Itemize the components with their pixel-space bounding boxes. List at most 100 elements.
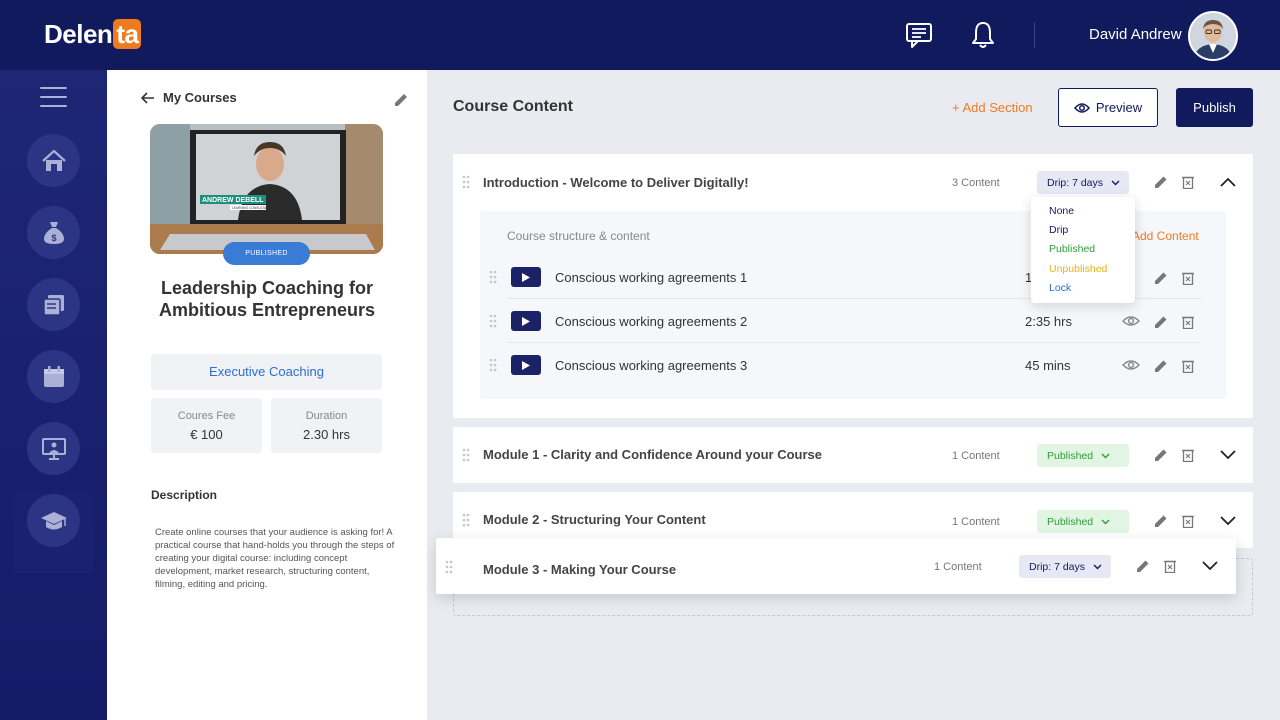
section-title: Module 1 - Clarity and Confidence Around…: [483, 447, 822, 462]
divider: [507, 342, 1201, 343]
fee-card: Coures Fee € 100: [151, 398, 262, 453]
pencil-icon[interactable]: [1154, 448, 1168, 462]
publish-button[interactable]: Publish: [1176, 88, 1253, 127]
course-thumbnail[interactable]: ANDREW DEBELL LEARNING CONSULTANT: [150, 124, 383, 254]
pencil-icon[interactable]: [1154, 359, 1168, 373]
presentation-icon[interactable]: [27, 422, 80, 475]
courses-icon[interactable]: [27, 278, 80, 331]
header-divider: [1034, 22, 1035, 48]
lesson-duration: 45 mins: [1025, 358, 1071, 373]
add-content-button[interactable]: Add Content: [1132, 229, 1199, 243]
section-status-select[interactable]: Drip: 7 days: [1037, 171, 1129, 194]
pencil-icon[interactable]: [1136, 559, 1150, 573]
status-value: Drip: 7 days: [1047, 176, 1104, 189]
money-bag-icon[interactable]: $: [27, 206, 80, 259]
svg-text:$: $: [51, 233, 56, 243]
back-label: My Courses: [163, 90, 237, 105]
presenter-name: ANDREW DEBELL: [202, 197, 264, 204]
section-status-select[interactable]: Published: [1037, 510, 1129, 533]
logo-main: Delen: [44, 18, 113, 49]
drag-handle-icon[interactable]: [445, 560, 453, 574]
delete-icon[interactable]: [1181, 448, 1195, 462]
sidebar: $: [0, 70, 107, 720]
chevron-down-icon: [1111, 180, 1120, 185]
chevron-down-icon[interactable]: [1220, 450, 1236, 460]
drag-handle-icon[interactable]: [489, 358, 497, 372]
home-icon[interactable]: [27, 134, 80, 187]
menu-icon[interactable]: [40, 87, 67, 107]
add-section-button[interactable]: + Add Section: [952, 100, 1033, 115]
video-play-icon[interactable]: [511, 355, 541, 375]
presenter-role: LEARNING CONSULTANT: [232, 206, 270, 210]
avatar[interactable]: [1188, 11, 1238, 61]
lesson-title[interactable]: Conscious working agreements 2: [555, 314, 747, 329]
drag-handle-icon[interactable]: [489, 314, 497, 328]
graduation-cap-icon[interactable]: [27, 494, 80, 547]
fee-value: € 100: [190, 427, 223, 442]
drag-handle-icon[interactable]: [462, 513, 470, 527]
delete-icon[interactable]: [1163, 559, 1177, 573]
pencil-icon[interactable]: [1154, 315, 1168, 329]
category-tag[interactable]: Executive Coaching: [151, 354, 382, 390]
delete-icon[interactable]: [1181, 175, 1195, 189]
chevron-down-icon: [1093, 564, 1102, 569]
dropdown-option-published[interactable]: Published: [1049, 243, 1095, 255]
lesson-title[interactable]: Conscious working agreements 1: [555, 270, 747, 285]
drag-handle-icon[interactable]: [462, 175, 470, 189]
structure-label: Course structure & content: [507, 229, 650, 243]
delete-icon[interactable]: [1181, 271, 1195, 285]
eye-icon[interactable]: [1122, 315, 1140, 327]
content-count: 1 Content: [934, 561, 982, 573]
eye-icon[interactable]: [1122, 359, 1140, 371]
preview-button[interactable]: Preview: [1058, 88, 1158, 127]
course-detail-panel: My Courses ANDREW DEBELL LEARNING CONSUL…: [107, 70, 427, 720]
dropdown-option-drip[interactable]: Drip: [1049, 224, 1068, 236]
course-title: Leadership Coaching for Ambitious Entrep…: [158, 278, 376, 320]
section-status-select[interactable]: Published: [1037, 444, 1129, 467]
duration-label: Duration: [305, 410, 348, 422]
dropdown-option-unpublished[interactable]: Unpublished: [1049, 263, 1107, 275]
chevron-up-icon[interactable]: [1220, 177, 1236, 187]
pencil-icon[interactable]: [1154, 271, 1168, 285]
section-title: Module 2 - Structuring Your Content: [483, 512, 706, 527]
eye-icon: [1073, 102, 1090, 113]
top-bar: Delen ta David Andrew: [0, 0, 1280, 70]
chevron-down-icon[interactable]: [1220, 516, 1236, 526]
content-count: 1 Content: [952, 450, 1000, 462]
lesson-duration: 2:35 hrs: [1025, 314, 1072, 329]
dropdown-option-none[interactable]: None: [1049, 205, 1074, 217]
description-heading: Description: [151, 488, 218, 502]
delete-icon[interactable]: [1181, 359, 1195, 373]
lesson-title[interactable]: Conscious working agreements 3: [555, 358, 747, 373]
calendar-icon[interactable]: [27, 350, 80, 403]
delete-icon[interactable]: [1181, 514, 1195, 528]
video-play-icon[interactable]: [511, 267, 541, 287]
status-value: Published: [1047, 449, 1094, 462]
user-name[interactable]: David Andrew: [1089, 26, 1182, 43]
content-count: 1 Content: [952, 516, 1000, 528]
content-count: 3 Content: [952, 177, 1000, 189]
duration-card: Duration 2.30 hrs: [271, 398, 382, 453]
preview-label: Preview: [1095, 100, 1143, 115]
section-title: Module 3 - Making Your Course: [483, 562, 677, 577]
video-play-icon[interactable]: [511, 311, 541, 331]
back-to-courses[interactable]: My Courses: [141, 90, 237, 105]
dropdown-option-lock[interactable]: Lock: [1049, 282, 1071, 294]
bell-icon[interactable]: [968, 20, 998, 50]
status-value: Published: [1047, 515, 1094, 528]
pencil-icon[interactable]: [1154, 514, 1168, 528]
edit-course-pencil-icon[interactable]: [393, 92, 409, 108]
pencil-icon[interactable]: [1154, 175, 1168, 189]
chat-icon[interactable]: [904, 20, 934, 50]
status-value: Drip: 7 days: [1029, 560, 1086, 573]
page-title: Course Content: [453, 98, 573, 115]
drag-handle-icon[interactable]: [462, 448, 470, 462]
drag-handle-icon[interactable]: [489, 270, 497, 284]
delenta-logo[interactable]: Delen ta: [44, 18, 142, 49]
chevron-down-icon: [1101, 519, 1110, 524]
chevron-down-icon[interactable]: [1202, 561, 1218, 571]
section-status-select[interactable]: Drip: 7 days: [1019, 555, 1111, 578]
delete-icon[interactable]: [1181, 315, 1195, 329]
logo-accent: ta: [113, 19, 142, 49]
chevron-down-icon: [1101, 453, 1110, 458]
